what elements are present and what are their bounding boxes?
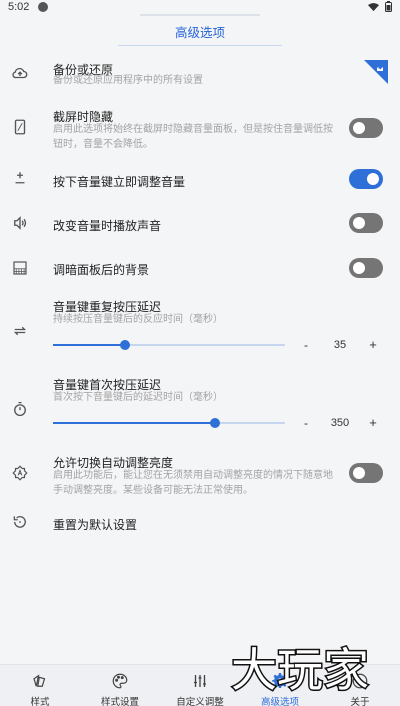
immediate-adjust-switch[interactable] <box>349 169 383 189</box>
setting-auto-brightness[interactable]: 允许切换自动调整亮度 启用此功能后，能让您在无须禁用自动调整亮度的情况下随意地手… <box>0 452 400 502</box>
repeat-icon <box>11 322 29 340</box>
slider-fill <box>53 422 216 424</box>
top-tab-strip <box>140 14 260 16</box>
first-delay-value: 350 <box>330 417 350 429</box>
setting-title: 重置为默认设置 <box>53 518 138 532</box>
hide-on-screenshot-switch[interactable] <box>349 118 383 138</box>
nav-item-style[interactable]: 样式 <box>0 665 80 706</box>
timer-icon <box>11 400 29 418</box>
setting-repeat-delay: 音量键重复按压延迟 持续按压音量键后的反应时间（毫秒） - 35 + <box>0 296 400 356</box>
setting-title: 改变音量时播放声音 <box>53 219 162 233</box>
increase-button[interactable]: + <box>366 337 380 352</box>
setting-first-delay: 音量键首次按压延迟 首次按下音量键后的延迟时间（毫秒） - 350 + <box>0 374 400 434</box>
slider-fill <box>53 344 125 346</box>
cloud-upload-icon <box>11 64 29 82</box>
watermark-text: 大玩家 <box>231 643 369 697</box>
setting-dim-background[interactable]: 调暗面板后的背景 <box>0 256 400 280</box>
setting-description: 启用此功能后，能让您在无须禁用自动调整亮度的情况下随意地手动调整亮度。某些设备可… <box>53 470 333 496</box>
repeat-delay-slider[interactable] <box>53 340 285 350</box>
repeat-delay-value: 35 <box>333 339 347 351</box>
top-bar: 高级选项 <box>0 14 400 46</box>
style-icon <box>31 672 49 690</box>
reset-icon <box>11 513 29 531</box>
status-icons <box>368 1 392 12</box>
setting-title: 调暗面板后的背景 <box>53 263 150 277</box>
palette-icon <box>111 672 129 690</box>
wifi-icon <box>368 2 379 11</box>
play-sound-switch[interactable] <box>349 213 383 233</box>
nav-item-style-settings[interactable]: 样式设置 <box>80 665 160 706</box>
status-bar: 5:02 <box>0 0 400 14</box>
nav-label: 样式 <box>30 697 50 706</box>
setting-description: 备份或还原应用程序中的所有设置 <box>53 75 203 86</box>
title-underline <box>118 45 282 46</box>
setting-backup[interactable]: 备份或还原 备份或还原应用程序中的所有设置 <box>0 56 400 92</box>
nav-label: 样式设置 <box>100 697 139 706</box>
slider-thumb[interactable] <box>119 340 130 350</box>
setting-description: 启用此选项将始终在截屏时隐藏音量面板，但是按住音量调低按钮时，音量不会降低。 <box>53 124 333 150</box>
decrease-button[interactable]: - <box>300 416 312 430</box>
speaker-icon <box>11 214 29 232</box>
setting-hide-on-screenshot[interactable]: 截屏时隐藏 启用此选项将始终在截屏时隐藏音量面板，但是按住音量调低按钮时，音量不… <box>0 104 400 154</box>
auto-brightness-icon <box>11 464 29 482</box>
setting-play-sound[interactable]: 改变音量时播放声音 <box>0 212 400 236</box>
battery-icon <box>385 1 392 12</box>
setting-title: 按下音量键立即调整音量 <box>53 175 186 189</box>
slider-thumb[interactable] <box>210 418 221 428</box>
dim-background-switch[interactable] <box>349 258 383 278</box>
setting-reset-defaults[interactable]: 重置为默认设置 <box>0 512 400 534</box>
page-title: 高级选项 <box>174 26 225 40</box>
status-time: 5:02 <box>8 1 30 13</box>
setting-description: 首次按下音量键后的延迟时间（毫秒） <box>53 392 223 403</box>
auto-brightness-switch[interactable] <box>349 463 383 483</box>
plus-minus-icon <box>11 170 29 188</box>
phone-icon <box>11 118 29 136</box>
setting-description: 持续按压音量键后的反应时间（毫秒） <box>53 314 223 325</box>
dim-background-icon <box>11 259 29 277</box>
notification-app-icon <box>38 2 48 12</box>
increase-button[interactable]: + <box>366 415 380 430</box>
first-delay-slider[interactable] <box>53 418 285 428</box>
decrease-button[interactable]: - <box>300 338 312 352</box>
watermark-logo: 大玩家 <box>230 642 371 699</box>
setting-immediate-adjust[interactable]: 按下音量键立即调整音量 <box>0 168 400 192</box>
